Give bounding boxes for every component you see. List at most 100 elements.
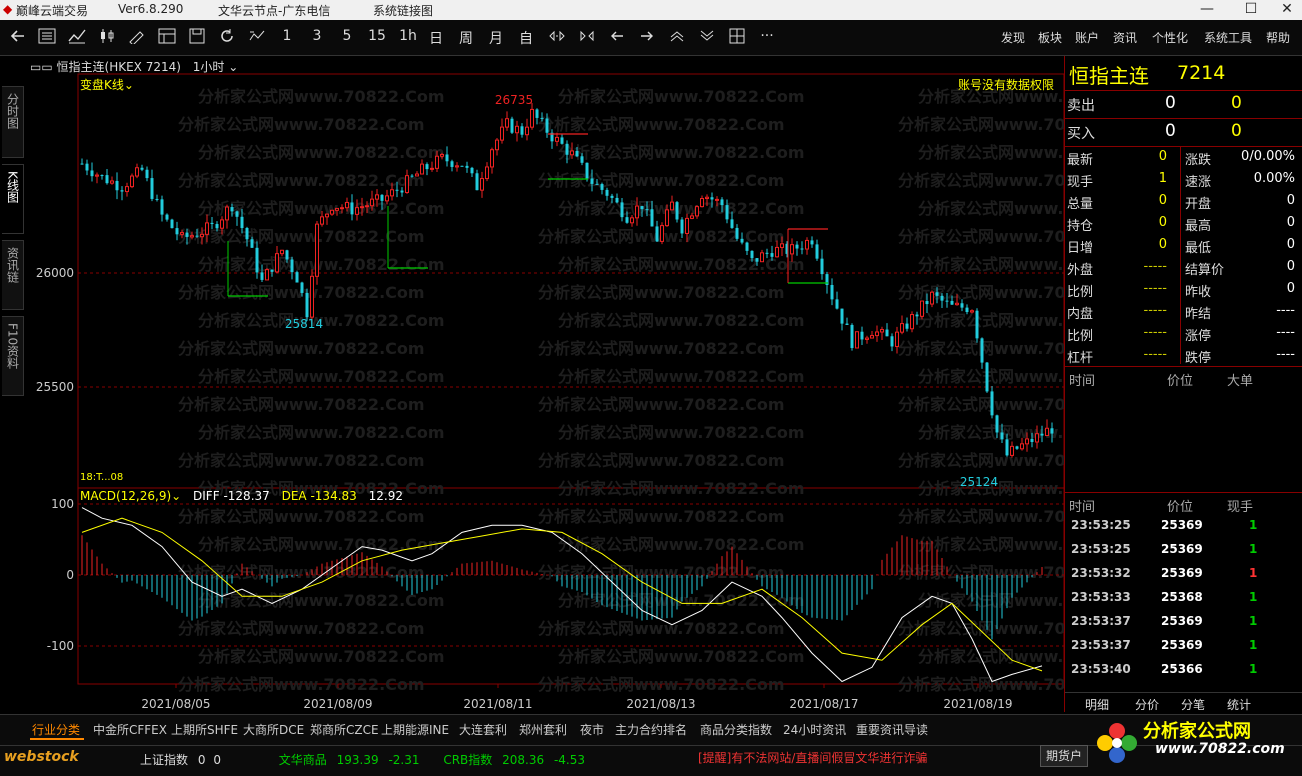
period-1-button[interactable]: 1 bbox=[281, 28, 293, 48]
futures-account-button[interactable]: 期货户 bbox=[1040, 745, 1088, 767]
market-tab[interactable]: 大连套利 bbox=[459, 721, 507, 738]
buy-price: 0 bbox=[1165, 121, 1176, 141]
tick-list[interactable]: 23:53:25 25369 1 23:53:25 25369 1 23:53:32… bbox=[1065, 514, 1302, 684]
market-tab[interactable]: 大商所DCE bbox=[243, 721, 304, 738]
tab-stats[interactable]: 统计 bbox=[1227, 696, 1251, 713]
candle-body bbox=[720, 199, 724, 206]
market-tab[interactable]: 郑商所CZCE bbox=[310, 721, 379, 738]
candle-body bbox=[140, 167, 144, 170]
kline-mode-selector[interactable]: 变盘K线⌄ bbox=[80, 76, 134, 93]
watermark-text: 分析家公式网www.70822.Com bbox=[558, 255, 805, 274]
period-selector[interactable]: 1小时 bbox=[193, 60, 225, 74]
market-tab[interactable]: 行业分类 bbox=[32, 721, 80, 738]
active-tab-underline bbox=[30, 738, 84, 740]
instrument-title: 恒指主连(HKEX 7214) bbox=[56, 60, 181, 74]
sh-index-label[interactable]: 上证指数 bbox=[140, 753, 188, 767]
minimize-button[interactable]: — bbox=[1192, 0, 1222, 20]
menu-sector[interactable]: 板块 bbox=[1038, 29, 1062, 46]
candle-body bbox=[345, 201, 349, 209]
list-icon[interactable] bbox=[38, 28, 56, 48]
market-tab[interactable]: 中金所CFFEX bbox=[93, 721, 167, 738]
market-tab[interactable]: 24小时资讯 bbox=[783, 721, 846, 738]
candle-body bbox=[120, 190, 124, 192]
table-icon[interactable] bbox=[158, 28, 176, 48]
watermark-text: 分析家公式网www.70822.Com bbox=[198, 535, 445, 554]
grid-layout-icon[interactable] bbox=[728, 28, 746, 48]
zoom-out-icon[interactable] bbox=[578, 28, 596, 48]
draw-tool-icon[interactable] bbox=[128, 28, 146, 48]
period-5-button[interactable]: 5 bbox=[341, 28, 353, 48]
watermark-text: 分析家公式网www.70822.Com bbox=[538, 339, 785, 358]
candle-body bbox=[555, 136, 559, 142]
move-right-icon[interactable] bbox=[638, 28, 656, 48]
instrument-header[interactable]: ▭▭ 恒指主连(HKEX 7214) 1小时 ⌄ bbox=[30, 58, 238, 75]
quote-label-left: 内盘 bbox=[1067, 307, 1094, 322]
market-tab[interactable]: 上期所SHFE bbox=[171, 721, 238, 738]
period-custom-button[interactable]: 自 bbox=[518, 28, 534, 48]
chart-area[interactable]: 分析家公式网www.70822.Com 分析家公式网www.70822.Com 分析… bbox=[28, 56, 1066, 712]
refresh-icon[interactable] bbox=[218, 28, 236, 48]
menu-news[interactable]: 资讯 bbox=[1113, 29, 1137, 46]
chevron-down-icon[interactable] bbox=[698, 28, 716, 48]
tick-time: 23:53:32 bbox=[1071, 566, 1131, 580]
market-tab[interactable]: 主力合约排名 bbox=[615, 721, 687, 738]
candle-body bbox=[540, 117, 544, 119]
candle-body bbox=[805, 239, 809, 250]
line-chart-icon[interactable] bbox=[68, 28, 86, 48]
watermark-text: 分析家公式网www.70822.Com bbox=[918, 311, 1066, 330]
candle-body bbox=[300, 282, 304, 293]
tab-kline[interactable]: K线图 bbox=[2, 164, 24, 234]
tick-volume: 1 bbox=[1249, 638, 1258, 652]
menu-account[interactable]: 账户 bbox=[1075, 29, 1099, 46]
tab-f10[interactable]: F10资料 bbox=[2, 316, 24, 396]
tab-price-dist[interactable]: 分价 bbox=[1135, 696, 1159, 713]
watermark-text: 分析家公式网www.70822.Com bbox=[558, 311, 805, 330]
system-link-label[interactable]: 系统链接图 bbox=[373, 2, 433, 19]
candle-body bbox=[585, 162, 589, 179]
period-week-button[interactable]: 周 bbox=[458, 28, 474, 48]
market-tab[interactable]: 郑州套利 bbox=[519, 721, 567, 738]
period-15-button[interactable]: 15 bbox=[366, 28, 388, 48]
period-month-button[interactable]: 月 bbox=[488, 28, 504, 48]
wh-index-label[interactable]: 文华商品 bbox=[279, 753, 327, 767]
crb-index-label[interactable]: CRB指数 bbox=[443, 753, 492, 767]
quote-label-left: 外盘 bbox=[1067, 263, 1094, 278]
close-button[interactable]: ✕ bbox=[1272, 0, 1302, 20]
menu-personalize[interactable]: 个性化 bbox=[1152, 29, 1188, 46]
market-tab[interactable]: 夜市 bbox=[580, 721, 604, 738]
candle-body bbox=[1015, 446, 1019, 449]
move-left-icon[interactable] bbox=[608, 28, 626, 48]
tab-news-chain[interactable]: 资讯链 bbox=[2, 240, 24, 310]
period-day-button[interactable]: 日 bbox=[428, 28, 444, 48]
chevron-down-icon[interactable]: ⌄ bbox=[228, 60, 238, 74]
candlestick-icon[interactable] bbox=[98, 28, 116, 48]
zoom-in-icon[interactable] bbox=[548, 28, 566, 48]
market-tab[interactable]: 上期能源INE bbox=[381, 721, 449, 738]
tab-trades[interactable]: 分笔 bbox=[1181, 696, 1205, 713]
tab-intraday[interactable]: 分时图 bbox=[2, 86, 24, 158]
candle-body bbox=[630, 217, 634, 224]
candle-body bbox=[875, 331, 879, 337]
bigorder-time-header: 时间 bbox=[1069, 374, 1096, 389]
more-icon[interactable]: ··· bbox=[758, 28, 776, 48]
indicator-icon[interactable] bbox=[248, 28, 266, 48]
quote-value-right: 0 bbox=[1286, 237, 1295, 252]
back-arrow-icon[interactable] bbox=[10, 28, 26, 48]
save-icon[interactable] bbox=[188, 28, 206, 48]
chart-canvas[interactable]: 分析家公式网www.70822.Com 分析家公式网www.70822.Com 分析… bbox=[28, 56, 1066, 712]
menu-help[interactable]: 帮助 bbox=[1266, 29, 1290, 46]
macd-selector[interactable]: MACD(12,26,9)⌄ DIFF -128.37 DEA -134.83 … bbox=[80, 489, 403, 503]
candle-body bbox=[820, 258, 824, 275]
tab-detail[interactable]: 明细 bbox=[1085, 696, 1109, 713]
period-1h-button[interactable]: 1h bbox=[397, 28, 419, 48]
candle-body bbox=[250, 239, 254, 248]
market-tab[interactable]: 重要资讯导读 bbox=[856, 721, 928, 738]
candle-body bbox=[605, 189, 609, 196]
fraud-warning[interactable]: [提醒]有不法网站/直播间假冒文华进行诈骗 bbox=[698, 749, 927, 766]
menu-system-tools[interactable]: 系统工具 bbox=[1204, 29, 1252, 46]
menu-discover[interactable]: 发现 bbox=[1001, 29, 1025, 46]
chevron-up-icon[interactable] bbox=[668, 28, 686, 48]
maximize-button[interactable]: ☐ bbox=[1236, 0, 1266, 20]
period-3-button[interactable]: 3 bbox=[311, 28, 323, 48]
market-tab[interactable]: 商品分类指数 bbox=[700, 721, 772, 738]
